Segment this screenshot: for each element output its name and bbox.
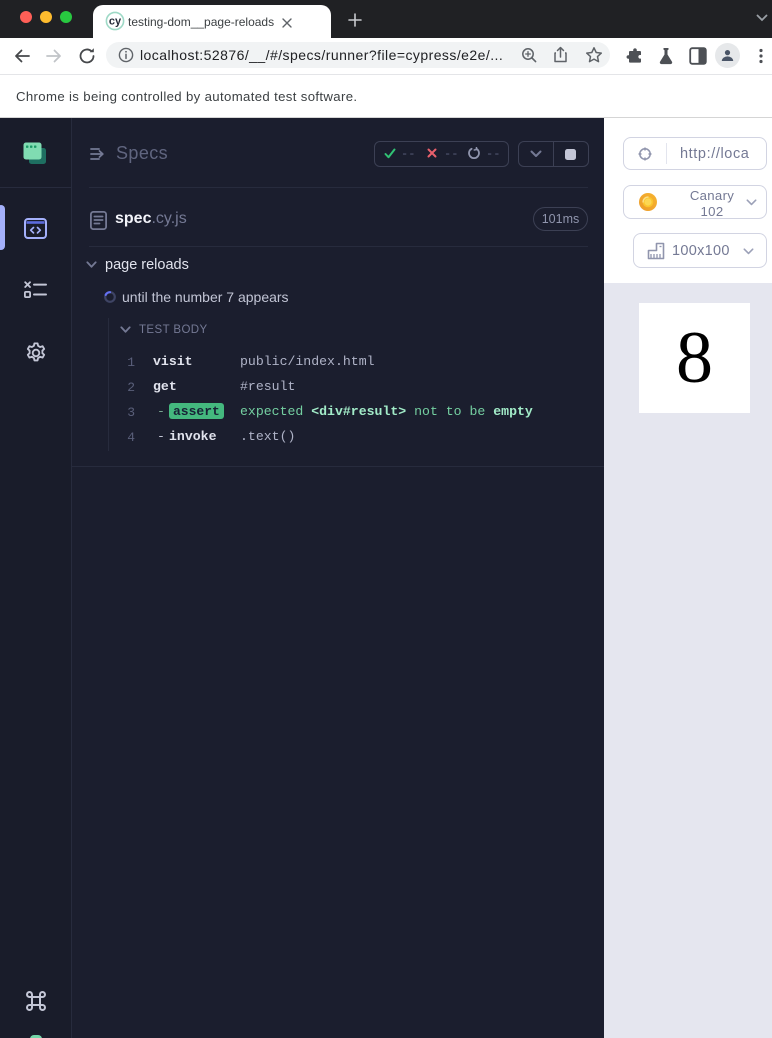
svg-text:cy: cy xyxy=(109,16,122,28)
